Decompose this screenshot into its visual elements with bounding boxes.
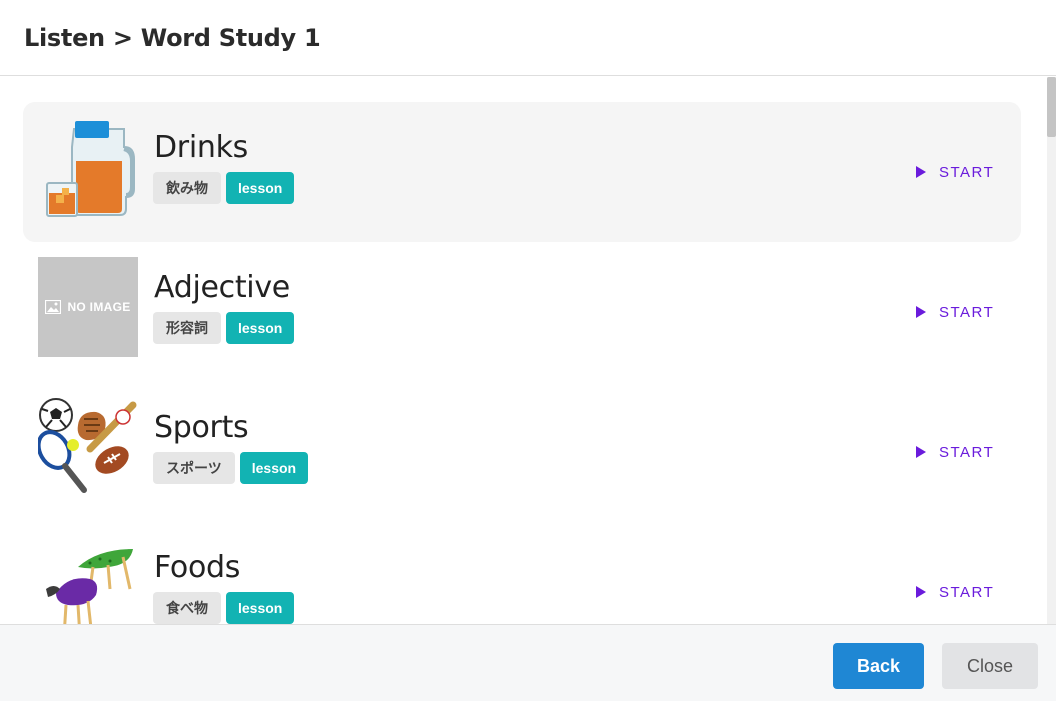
japanese-label: 食べ物: [153, 592, 221, 624]
image-icon: [45, 300, 62, 314]
header-bar: Listen > Word Study 1: [0, 0, 1056, 76]
play-icon: [916, 586, 926, 598]
lesson-badge: lesson: [226, 592, 295, 624]
lesson-tags: 形容詞 lesson: [153, 312, 295, 344]
drinks-image: [46, 121, 135, 217]
lesson-title: Drinks: [154, 130, 248, 165]
start-button[interactable]: START: [916, 441, 994, 463]
lesson-badge: lesson: [239, 452, 309, 484]
lesson-badge: lesson: [226, 312, 295, 344]
no-image-text: NO IMAGE: [67, 300, 131, 314]
lesson-tags: 飲み物 lesson: [153, 172, 295, 204]
lesson-row-foods[interactable]: Foods 食べ物 lesson START: [23, 522, 1021, 624]
lesson-row-adjective[interactable]: NO IMAGE Adjective 形容詞 lesson START: [23, 242, 1021, 382]
foods-image: [46, 549, 133, 624]
close-button[interactable]: Close: [942, 643, 1038, 689]
start-label: START: [939, 163, 995, 181]
start-label: START: [939, 583, 995, 601]
lesson-list[interactable]: Drinks 飲み物 lesson START NO IMAGE Adjecti…: [0, 77, 1056, 624]
start-button[interactable]: START: [916, 161, 994, 183]
japanese-label: スポーツ: [153, 452, 235, 484]
back-button[interactable]: Back: [833, 643, 924, 689]
no-image-placeholder: NO IMAGE: [38, 257, 138, 357]
lesson-title: Adjective: [154, 270, 290, 305]
lesson-tags: 食べ物 lesson: [153, 592, 295, 624]
start-label: START: [939, 303, 995, 321]
start-button[interactable]: START: [916, 301, 994, 323]
lesson-row-sports[interactable]: Sports スポーツ lesson START: [23, 382, 1021, 522]
start-button[interactable]: START: [916, 581, 994, 603]
play-icon: [916, 306, 926, 318]
lesson-tags: スポーツ lesson: [153, 452, 309, 484]
scrollbar-thumb[interactable]: [1047, 77, 1056, 137]
japanese-label: 飲み物: [153, 172, 221, 204]
lesson-badge: lesson: [226, 172, 295, 204]
play-icon: [916, 446, 926, 458]
page-title: Listen > Word Study 1: [24, 24, 321, 52]
play-icon: [916, 166, 926, 178]
footer-bar: Back Close: [0, 624, 1056, 701]
start-label: START: [939, 443, 995, 461]
lesson-title: Sports: [154, 410, 249, 445]
sports-image: [38, 398, 137, 493]
scrollbar-track[interactable]: [1047, 77, 1056, 624]
lesson-title: Foods: [154, 550, 241, 585]
japanese-label: 形容詞: [153, 312, 221, 344]
lesson-row-drinks[interactable]: Drinks 飲み物 lesson START: [23, 102, 1021, 242]
